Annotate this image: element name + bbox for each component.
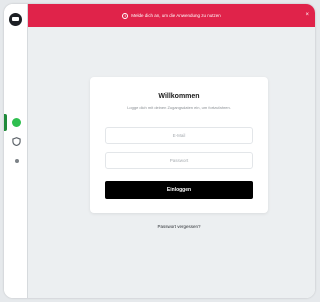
email-field[interactable] [105, 127, 253, 144]
active-indicator [4, 114, 7, 131]
sidebar [4, 4, 28, 298]
info-icon: i [122, 12, 129, 19]
password-field[interactable] [105, 152, 253, 169]
forgot-password-link[interactable]: Passwort vergessen? [90, 224, 268, 229]
logo-inner [12, 17, 19, 21]
login-card: Willkommen Logge dich mit deinen Zugangs… [90, 77, 268, 213]
main-area: i Melde dich an, um die Anwendung zu nut… [28, 4, 315, 298]
app-window: i Melde dich an, um die Anwendung zu nut… [4, 4, 315, 298]
dot-icon[interactable] [15, 159, 19, 163]
shield-icon[interactable] [12, 137, 21, 146]
close-icon[interactable]: × [305, 11, 309, 19]
login-button[interactable]: Einloggen [105, 181, 253, 199]
chat-logo-icon[interactable] [9, 13, 22, 26]
warning-banner: i Melde dich an, um die Anwendung zu nut… [28, 4, 315, 27]
banner-text: Melde dich an, um die Anwendung zu nutze… [131, 13, 221, 18]
login-title: Willkommen [158, 93, 200, 100]
login-subtitle: Logge dich mit deinen Zugangsdaten ein, … [127, 105, 231, 110]
status-dot-icon[interactable] [12, 118, 21, 127]
